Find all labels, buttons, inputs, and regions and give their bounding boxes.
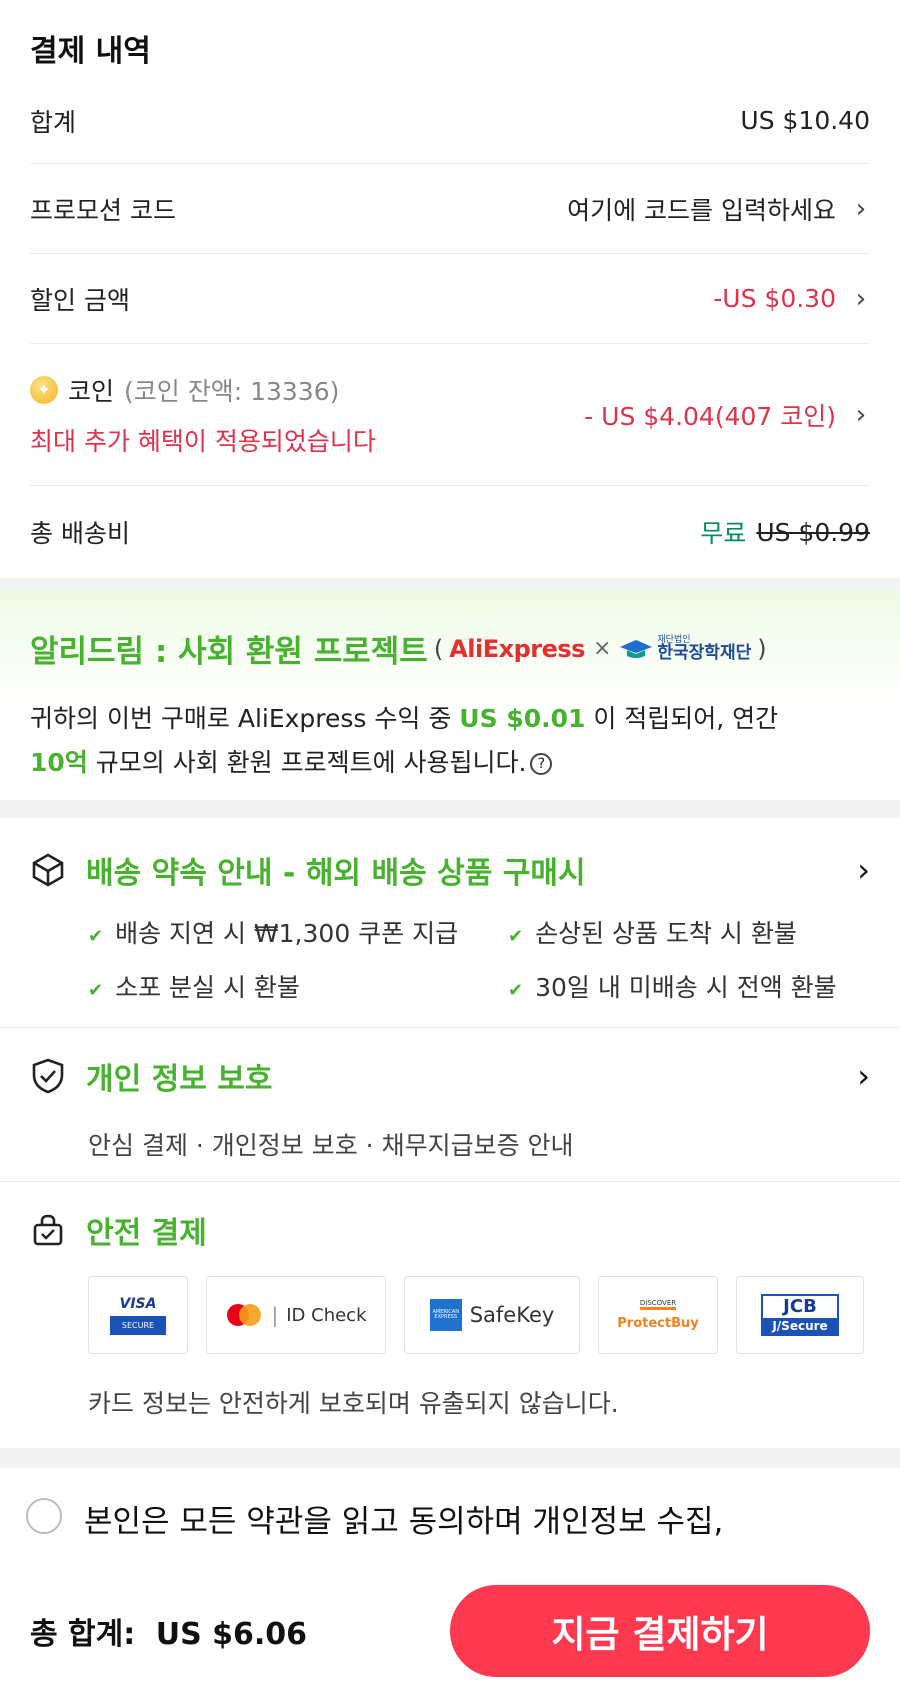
- discover-text: DISCOVER: [639, 1299, 677, 1310]
- visa-secure-text: SECURE: [109, 1315, 167, 1335]
- privacy-description: 안심 결제 · 개인정보 보호 · 채무지급보증 안내: [88, 1131, 574, 1160]
- order-summary: 결제 내역 합계 US $10.40 프로모션 코드 여기에 코드를 입력하세요…: [0, 0, 900, 578]
- shield-icon: [32, 1058, 64, 1094]
- list-item: ✔ 소포 분실 시 환불: [88, 968, 508, 1004]
- charity-section: 알리드림 : 사회 환원 프로젝트 ( AliExpress × 재단법인 한국…: [0, 590, 900, 800]
- shipping-label: 총 배송비: [30, 519, 130, 548]
- check-icon: ✔: [88, 926, 104, 947]
- list-item: ✔ 손상된 상품 도착 시 환불: [508, 914, 868, 950]
- delivery-promise-list: ✔ 배송 지연 시 ₩1,300 쿠폰 지급 ✔ 손상된 상품 도착 시 환불 ✔ 소…: [30, 914, 870, 1004]
- coin-balance: (코인 잔액: 13336): [124, 376, 340, 406]
- privacy-title: 개인 정보 보호: [86, 1062, 273, 1097]
- list-item-text: 30일 내 미배송 시 전액 환불: [535, 973, 837, 1002]
- promo-code-placeholder[interactable]: 여기에 코드를 입력하세요: [567, 191, 836, 227]
- subtotal-value: US $10.40: [740, 106, 870, 135]
- check-icon: ✔: [508, 926, 524, 947]
- list-item-text: 소포 분실 시 환불: [115, 973, 300, 1002]
- list-item: ✔ 배송 지연 시 ₩1,300 쿠폰 지급: [88, 914, 508, 950]
- jcb-text: JCB: [783, 1296, 817, 1317]
- mastercard-icon: [227, 1304, 262, 1326]
- section-divider: [0, 800, 900, 818]
- amex-safekey-logo: AMERICAN EXPRESS SafeKey: [404, 1276, 580, 1354]
- section-divider: [0, 578, 900, 590]
- jsecure-text: J/Secure: [763, 1318, 837, 1334]
- discount-label: 할인 금액: [30, 285, 130, 315]
- paren-close: ): [757, 634, 767, 663]
- charity-title-row: 알리드림 : 사회 환원 프로젝트 ( AliExpress × 재단법인 한국…: [30, 626, 870, 671]
- pay-now-button[interactable]: 지금 결제하기: [450, 1585, 870, 1677]
- charity-desc-part: 이 적립되어, 연간: [585, 704, 779, 733]
- delivery-promise[interactable]: 배송 약속 안내 - 해외 배송 상품 구매시 › ✔ 배송 지연 시 ₩1,30…: [0, 818, 900, 1028]
- total-label: 총 합계:: [30, 1617, 136, 1652]
- discount-value: -US $0.30: [713, 284, 836, 313]
- terms-checkbox[interactable]: [26, 1498, 62, 1534]
- charity-desc-part: 귀하의 이번 구매로 AliExpress 수익 중: [30, 704, 460, 733]
- delivery-promise-title: 배송 약속 안내 - 해외 배송 상품 구매시: [86, 856, 586, 891]
- amex-badge: AMERICAN EXPRESS: [429, 1299, 462, 1331]
- lock-bag-icon: [33, 1214, 63, 1246]
- chevron-right-icon[interactable]: ›: [852, 400, 870, 430]
- secure-payment-section: 안전 결제 VISA SECURE | ID Check AMERICAN EX…: [0, 1182, 900, 1448]
- discount-row[interactable]: 할인 금액 -US $0.30 ›: [30, 254, 870, 344]
- chevron-right-icon[interactable]: ›: [857, 1057, 870, 1095]
- times-sign: ×: [592, 636, 612, 661]
- kosaf-name: 한국장학재단: [657, 642, 752, 663]
- payment-logos: VISA SECURE | ID Check AMERICAN EXPRESS …: [30, 1276, 870, 1354]
- checkout-footer: 총 합계: US $6.06 지금 결제하기: [0, 1562, 900, 1700]
- jcb-jsecure-logo: JCB J/Secure: [736, 1276, 864, 1354]
- safekey-text: SafeKey: [469, 1303, 555, 1327]
- help-icon[interactable]: ?: [530, 753, 553, 775]
- shipping-original-price: US $0.99: [756, 517, 870, 547]
- id-check-text: ID Check: [286, 1304, 367, 1326]
- coin-icon: ✦: [30, 375, 58, 404]
- coin-label: 코인: [68, 376, 115, 406]
- coin-benefit-note: 최대 추가 혜택이 적용되었습니다: [30, 426, 376, 456]
- section-divider: [0, 1448, 900, 1468]
- chevron-right-icon[interactable]: ›: [852, 284, 870, 314]
- charity-title: 알리드림 : 사회 환원 프로젝트: [30, 634, 428, 670]
- promo-code-label: 프로모션 코드: [30, 195, 176, 225]
- discover-protectbuy-logo: DISCOVER ProtectBuy: [598, 1276, 718, 1354]
- promo-code-row[interactable]: 프로모션 코드 여기에 코드를 입력하세요 ›: [30, 164, 870, 254]
- total-amount: 총 합계: US $6.06: [30, 1609, 307, 1653]
- terms-text: 본인은 모든 약관을 읽고 동의하며 개인정보 수집,: [84, 1504, 724, 1540]
- charity-amount: US $0.01: [459, 704, 586, 733]
- aliexpress-logo: AliExpress: [449, 634, 585, 663]
- check-icon: ✔: [88, 980, 104, 1001]
- graduation-cap-icon: [620, 639, 653, 658]
- subtotal-row: 합계 US $10.40: [30, 78, 870, 164]
- shipping-row: 총 배송비 무료 US $0.99: [30, 486, 870, 578]
- protectbuy-text: ProtectBuy: [617, 1316, 699, 1331]
- privacy-section[interactable]: 개인 정보 보호 › 안심 결제 · 개인정보 보호 · 채무지급보증 안내: [0, 1028, 900, 1182]
- charity-desc-part: 규모의 사회 환원 프로젝트에 사용됩니다.: [87, 748, 527, 777]
- list-item-text: 배송 지연 시 ₩1,300 쿠폰 지급: [115, 919, 459, 948]
- charity-scale: 10억: [30, 748, 88, 777]
- coin-row[interactable]: ✦ 코인 (코인 잔액: 13336) 최대 추가 혜택이 적용되었습니다 - …: [30, 344, 870, 486]
- coin-discount-value: - US $4.04(407 코인): [584, 401, 836, 431]
- chevron-right-icon[interactable]: ›: [852, 194, 870, 224]
- shipping-free: 무료: [700, 519, 747, 548]
- summary-title: 결제 내역: [30, 34, 151, 69]
- total-value: US $6.06: [155, 1617, 308, 1652]
- list-item: ✔ 30일 내 미배송 시 전액 환불: [508, 968, 868, 1004]
- card-security-note: 카드 정보는 안전하게 보호되며 유출되지 않습니다.: [88, 1389, 619, 1418]
- paren-open: (: [433, 634, 444, 663]
- charity-description: 귀하의 이번 구매로 AliExpress 수익 중 US $0.01 이 적립…: [30, 697, 870, 785]
- check-icon: ✔: [508, 980, 524, 1001]
- visa-text: VISA: [119, 1295, 157, 1312]
- chevron-right-icon[interactable]: ›: [857, 851, 870, 889]
- box-icon: [32, 853, 64, 887]
- secure-payment-title: 안전 결제: [86, 1216, 207, 1251]
- mastercard-id-check-logo: | ID Check: [206, 1276, 386, 1354]
- subtotal-label: 합계: [30, 107, 77, 137]
- list-item-text: 손상된 상품 도착 시 환불: [535, 919, 797, 948]
- visa-secure-logo: VISA SECURE: [88, 1276, 188, 1354]
- kosaf-logo: 재단법인 한국장학재단: [619, 635, 752, 663]
